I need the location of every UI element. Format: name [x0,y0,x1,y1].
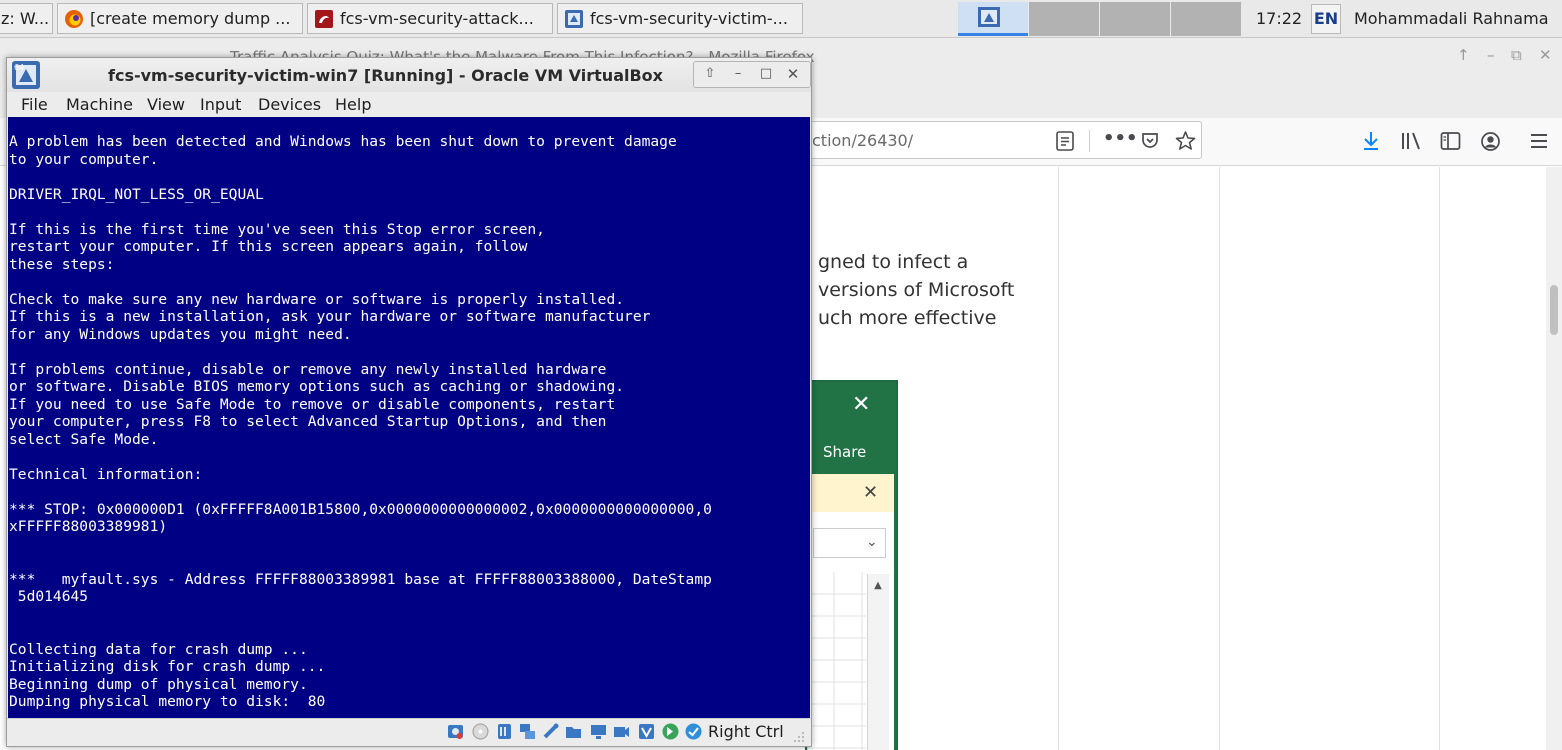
scroll-up-icon: ▲ [874,580,882,591]
url-divider [1089,130,1090,152]
network-icon[interactable] [518,722,537,741]
library-icon[interactable] [1400,131,1422,151]
chevron-down-icon: ⌄ [866,534,878,550]
column-divider [1439,167,1440,750]
hard-disk-icon[interactable] [446,722,465,741]
menu-file[interactable]: File [21,95,48,114]
optical-drive-icon[interactable] [471,722,490,741]
virtualbox-icon [565,9,583,28]
usb-icon[interactable] [541,722,560,741]
workspace-1[interactable] [958,2,1028,36]
menu-devices[interactable]: Devices [258,95,321,114]
article-text-line: versions of Microsoft [818,279,1015,301]
excel-close-icon: ✕ [852,392,871,417]
menu-help[interactable]: Help [335,95,371,114]
task-label: fcs-vm-security-attack... [340,9,534,28]
taskbar-task-window[interactable]: z: W... [0,3,53,34]
taskbar-task-victim-vm[interactable]: fcs-vm-security-victim-... [557,3,803,34]
excel-grid [807,572,866,750]
page-scrollbar[interactable] [1546,167,1562,750]
shared-folders-icon[interactable] [564,722,583,741]
firefox-close-icon[interactable]: ✕ [1539,46,1552,64]
firefox-up-icon[interactable]: ↑ [1457,46,1470,64]
task-label: z: W... [1,9,50,28]
excel-scrollbar [867,574,889,750]
excel-share-label: Share [823,443,867,461]
firefox-restore-icon[interactable]: ⧉ [1511,46,1522,64]
firefox-minimize-icon[interactable]: – [1487,46,1495,64]
reader-view-icon[interactable] [1055,130,1075,152]
virtualization-icon[interactable] [637,722,656,741]
column-divider [1058,167,1059,750]
menu-machine[interactable]: Machine [66,95,133,114]
window-title: fcs-vm-security-victim-win7 [Running] - … [108,66,663,85]
desktop: z: W... [create memory dump ... fcs-vm-s… [0,0,1562,750]
menu-view[interactable]: View [147,95,185,114]
bsod-text: A problem has been detected and Windows … [9,133,712,710]
kali-vm-icon [315,9,333,28]
user-menu[interactable]: Mohammadali Rahnama [1354,0,1549,38]
excel-gridlines [808,572,866,750]
mouse-integration-icon[interactable] [661,722,680,741]
close-icon[interactable]: ✕ [783,64,803,84]
article-text-line: gned to infect a [818,251,969,273]
keyboard-capture-icon[interactable] [684,722,703,741]
virtualbox-app-icon[interactable]: 64 [11,60,41,90]
url-text: ction/26430/ [812,131,914,150]
firefox-icon [65,9,83,28]
display-icon[interactable] [589,722,608,741]
taskbar-task-firefox[interactable]: [create memory dump ... [57,3,303,34]
workspace-4[interactable] [1171,2,1241,36]
downloads-icon[interactable] [1361,130,1381,152]
guest-display-bsod[interactable]: A problem has been detected and Windows … [8,117,810,718]
workspace-2[interactable] [1029,2,1099,36]
article-text-line: uch more effective [818,307,997,329]
keep-above-icon[interactable]: ⇧ [700,64,720,84]
page-actions-icon[interactable]: ••• [1103,128,1138,149]
maximize-icon[interactable]: □ [756,64,776,84]
menu-input[interactable]: Input [200,95,241,114]
account-icon[interactable] [1480,131,1501,152]
resize-grip-icon[interactable] [790,730,806,744]
video-capture-icon[interactable] [612,722,631,741]
virtualbox-icon [978,7,1000,27]
minimize-icon[interactable]: – [728,64,748,84]
clock[interactable]: 17:22 [1256,0,1302,38]
excel-bar-close-icon: ✕ [863,482,879,503]
keyboard-layout[interactable]: EN [1311,4,1341,34]
column-divider [1219,167,1220,750]
workspace-3[interactable] [1100,2,1170,36]
bookmark-star-icon[interactable] [1175,130,1196,151]
taskbar-task-attacker-vm[interactable]: fcs-vm-security-attack... [307,3,553,34]
page-scrollbar-thumb[interactable] [1550,285,1558,335]
hamburger-menu-icon[interactable] [1529,132,1549,150]
pocket-icon[interactable] [1140,131,1160,151]
task-label: [create memory dump ... [90,9,291,28]
excel-message-bar [807,474,894,512]
sidebar-icon[interactable] [1440,131,1461,151]
task-label: fcs-vm-security-victim-... [590,9,788,28]
svg-text:64: 64 [14,63,24,72]
host-key-label: Right Ctrl [708,722,784,741]
audio-icon[interactable] [495,722,514,741]
